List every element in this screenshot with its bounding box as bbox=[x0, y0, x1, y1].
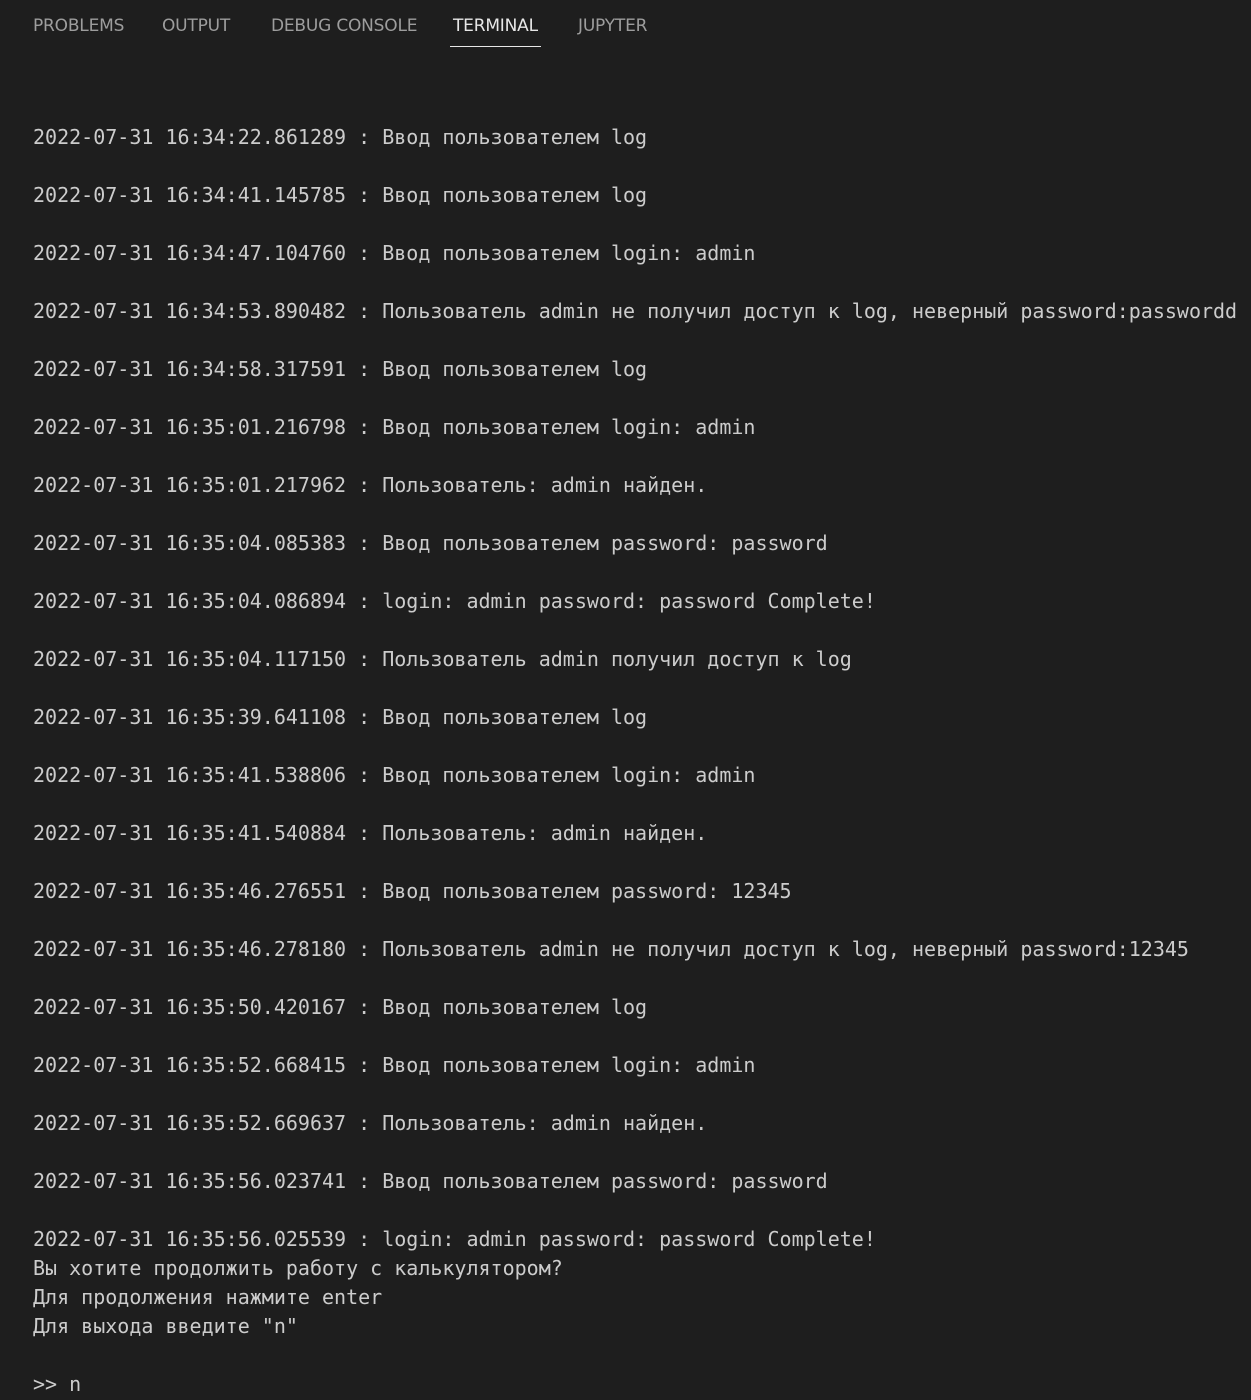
log-line: 2022-07-31 16:35:52.669637 : Пользовател… bbox=[33, 1111, 708, 1135]
tab-output[interactable]: OUTPUT bbox=[162, 0, 230, 46]
log-line: 2022-07-31 16:34:47.104760 : Ввод пользо… bbox=[33, 241, 756, 265]
log-line: 2022-07-31 16:35:04.085383 : Ввод пользо… bbox=[33, 531, 828, 555]
log-line: 2022-07-31 16:34:41.145785 : Ввод пользо… bbox=[33, 183, 648, 207]
terminal-prompt-input[interactable]: >> n bbox=[33, 1372, 81, 1396]
terminal-output[interactable]: 2022-07-31 16:34:22.861289 : Ввод пользо… bbox=[0, 48, 1251, 1400]
panel-tab-bar: PROBLEMS OUTPUT DEBUG CONSOLE TERMINAL J… bbox=[0, 0, 1251, 48]
tab-jupyter[interactable]: JUPYTER bbox=[578, 0, 647, 46]
log-line: 2022-07-31 16:35:39.641108 : Ввод пользо… bbox=[33, 705, 648, 729]
terminal-panel: PROBLEMS OUTPUT DEBUG CONSOLE TERMINAL J… bbox=[0, 0, 1251, 1400]
terminal-message: Вы хотите продолжить работу с калькулято… bbox=[33, 1256, 563, 1280]
log-line: 2022-07-31 16:35:52.668415 : Ввод пользо… bbox=[33, 1053, 756, 1077]
log-line: 2022-07-31 16:35:04.086894 : login: admi… bbox=[33, 589, 876, 613]
log-line: 2022-07-31 16:34:58.317591 : Ввод пользо… bbox=[33, 357, 648, 381]
log-line: 2022-07-31 16:35:01.217962 : Пользовател… bbox=[33, 473, 708, 497]
log-line: 2022-07-31 16:35:41.540884 : Пользовател… bbox=[33, 821, 708, 845]
log-line: 2022-07-31 16:35:46.278180 : Пользовател… bbox=[33, 937, 1189, 961]
terminal-message: Для продолжения нажмите enter bbox=[33, 1285, 383, 1309]
log-line: 2022-07-31 16:34:53.890482 : Пользовател… bbox=[33, 299, 1238, 323]
terminal-message: Для выхода введите "n" bbox=[33, 1314, 298, 1338]
log-line: 2022-07-31 16:35:01.216798 : Ввод пользо… bbox=[33, 415, 756, 439]
log-line: 2022-07-31 16:35:56.025539 : login: admi… bbox=[33, 1227, 876, 1251]
log-line: 2022-07-31 16:35:46.276551 : Ввод пользо… bbox=[33, 879, 792, 903]
tab-debug-console[interactable]: DEBUG CONSOLE bbox=[271, 0, 417, 46]
log-line: 2022-07-31 16:35:50.420167 : Ввод пользо… bbox=[33, 995, 648, 1019]
log-line: 2022-07-31 16:35:04.117150 : Пользовател… bbox=[33, 647, 852, 671]
log-line: 2022-07-31 16:35:56.023741 : Ввод пользо… bbox=[33, 1169, 828, 1193]
log-line: 2022-07-31 16:34:22.861289 : Ввод пользо… bbox=[33, 125, 648, 149]
log-line: 2022-07-31 16:35:41.538806 : Ввод пользо… bbox=[33, 763, 756, 787]
tab-problems[interactable]: PROBLEMS bbox=[33, 0, 124, 46]
tab-terminal[interactable]: TERMINAL bbox=[450, 0, 541, 47]
